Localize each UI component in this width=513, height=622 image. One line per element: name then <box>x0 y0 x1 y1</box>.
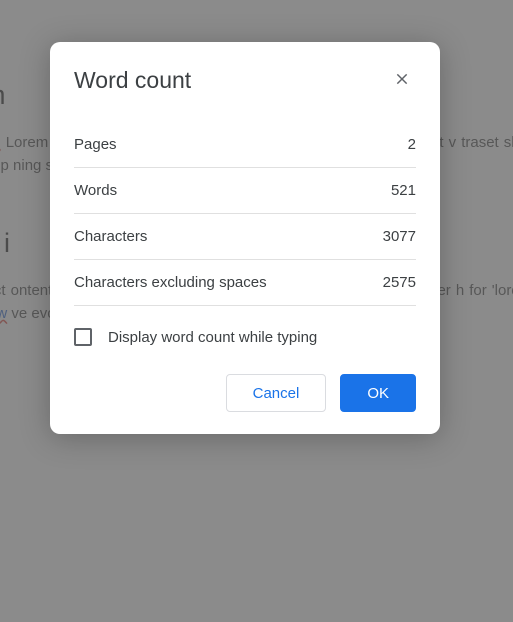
close-icon <box>394 71 410 90</box>
stat-row-characters-no-spaces: Characters excluding spaces 2575 <box>74 260 416 306</box>
ok-button[interactable]: OK <box>340 374 416 412</box>
stat-label: Words <box>74 182 117 199</box>
display-while-typing-checkbox[interactable] <box>74 328 92 346</box>
display-while-typing-label: Display word count while typing <box>108 329 317 346</box>
stat-value: 3077 <box>383 228 416 245</box>
stat-value: 2575 <box>383 274 416 291</box>
stat-row-characters: Characters 3077 <box>74 214 416 260</box>
display-while-typing-row: Display word count while typing <box>74 306 416 374</box>
dialog-title: Word count <box>74 67 191 94</box>
stat-label: Characters <box>74 228 147 245</box>
stat-label: Pages <box>74 136 117 153</box>
stat-value: 521 <box>391 182 416 199</box>
stat-row-words: Words 521 <box>74 168 416 214</box>
stat-label: Characters excluding spaces <box>74 274 267 291</box>
word-count-dialog: Word count Pages 2 Words 521 Characters … <box>50 42 440 434</box>
stat-value: 2 <box>408 136 416 153</box>
cancel-button[interactable]: Cancel <box>226 374 327 412</box>
dialog-buttons: Cancel OK <box>74 374 416 412</box>
stat-row-pages: Pages 2 <box>74 122 416 168</box>
dialog-header: Word count <box>74 66 416 94</box>
close-button[interactable] <box>388 66 416 94</box>
